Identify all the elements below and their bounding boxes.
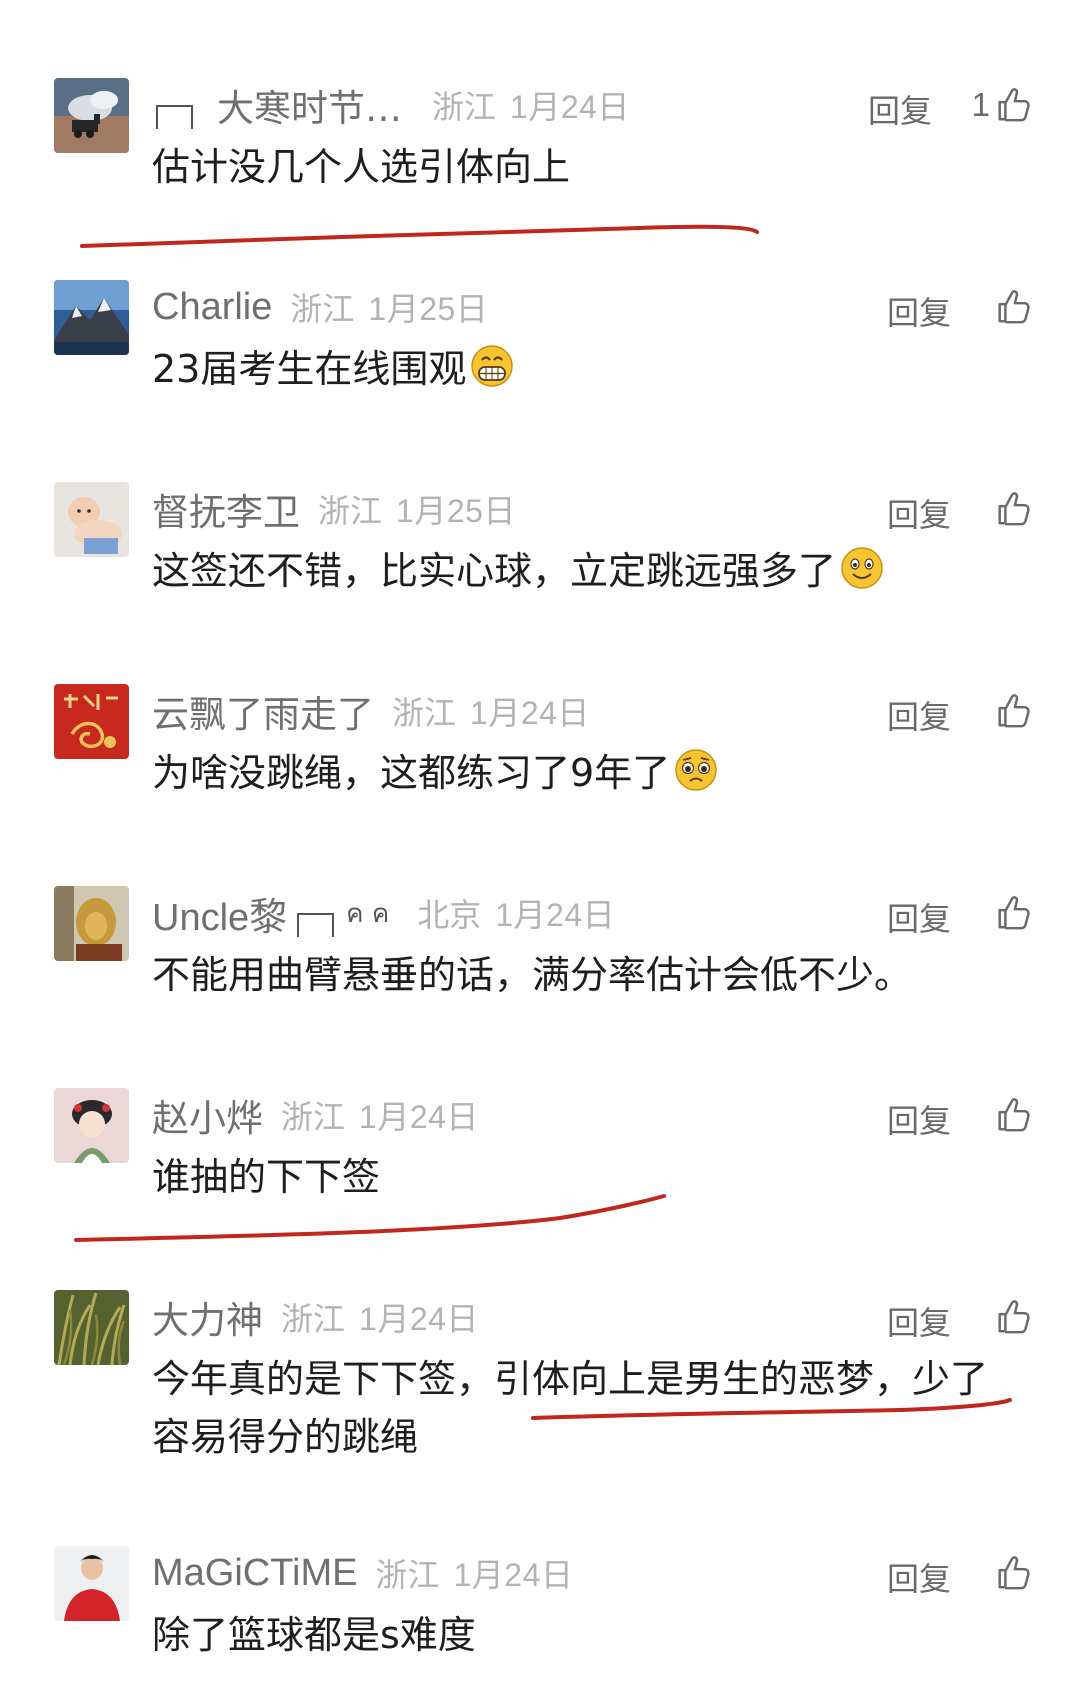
comment-text-content: 23届考生在线围观 — [152, 347, 467, 391]
username[interactable]: 云飘了雨走了 — [152, 684, 374, 738]
date: 1月25日 — [368, 291, 489, 327]
username[interactable]: Uncle黎 — [152, 886, 287, 941]
reply-button[interactable]: 回复 — [887, 1298, 951, 1344]
comment-meta: Charlie 浙江 1月25日 — [152, 282, 488, 332]
badge-icon — [156, 105, 193, 129]
thumbs-up-icon — [994, 1554, 1032, 1592]
location: 浙江 — [375, 1556, 440, 1594]
comment-meta: 大寒时节… 浙江 1月24日 — [152, 80, 630, 130]
like-button[interactable] — [986, 892, 1032, 934]
reply-button[interactable]: 回复 — [887, 288, 951, 334]
like-button[interactable]: 1 — [958, 84, 1032, 126]
comment-meta: Uncle黎 ค ค 北京 1月24日 — [152, 886, 616, 941]
comment-text: 为啥没跳绳，这都练习了9年了 — [152, 744, 1032, 802]
thumbs-up-icon — [994, 288, 1032, 326]
like-count: 1 — [971, 86, 990, 123]
pleading-face-icon — [675, 749, 717, 791]
comment-text: 除了篮球都是s难度 — [152, 1613, 476, 1657]
avatar[interactable] — [54, 1088, 129, 1163]
date: 1月24日 — [495, 897, 616, 933]
avatar[interactable] — [54, 280, 129, 355]
location: 浙江 — [281, 1098, 346, 1136]
thumbs-up-icon — [994, 692, 1032, 730]
thumbs-up-icon — [994, 1096, 1032, 1134]
avatar[interactable] — [54, 482, 129, 557]
username[interactable]: Charlie — [152, 286, 272, 329]
mountain-icon — [54, 280, 129, 355]
like-button[interactable] — [986, 1094, 1032, 1136]
location: 浙江 — [281, 1300, 346, 1338]
date: 1月24日 — [510, 89, 630, 125]
reply-button[interactable]: 回复 — [887, 1554, 951, 1600]
comment-meta: 赵小烨 浙江 1月24日 — [152, 1090, 479, 1140]
date: 1月25日 — [396, 493, 516, 529]
avatar[interactable] — [54, 684, 129, 759]
username[interactable]: 督抚李卫 — [152, 482, 300, 536]
smiling-face-icon — [841, 547, 883, 589]
username[interactable]: 大寒时节… — [217, 78, 402, 132]
username[interactable]: 赵小烨 — [152, 1088, 263, 1142]
comment-text: 不能用曲臂悬垂的话，满分率估计会低不少。 — [152, 953, 913, 997]
badge-icon — [297, 913, 335, 937]
date: 1月24日 — [359, 1301, 479, 1337]
like-button[interactable] — [986, 286, 1032, 328]
location: 浙江 — [290, 290, 355, 328]
comment-meta: 大力神 浙江 1月24日 — [152, 1292, 479, 1342]
like-button[interactable] — [986, 1552, 1032, 1594]
comment-text: 估计没几个人选引体向上 — [152, 145, 571, 189]
location: 浙江 — [318, 492, 383, 530]
comment-text: 谁抽的下下签 — [152, 1155, 381, 1199]
comment-text-content: 为啥没跳绳，这都练习了9年了 — [152, 751, 671, 795]
baby-icon — [54, 482, 129, 557]
reply-button[interactable]: 回复 — [887, 894, 951, 940]
comment-text: 23届考生在线围观 — [152, 340, 1032, 398]
thumbs-up-icon — [994, 894, 1032, 932]
date: 1月24日 — [453, 1557, 574, 1593]
red-underline — [80, 224, 759, 248]
reply-button[interactable]: 回复 — [868, 86, 932, 132]
red-calligraphy-icon — [54, 684, 129, 759]
like-button[interactable] — [986, 1296, 1032, 1338]
avatar[interactable] — [54, 78, 129, 153]
reply-button[interactable]: 回复 — [887, 490, 951, 536]
avatar[interactable] — [54, 1290, 129, 1365]
comment-text: 这签还不错，比实心球，立定跳远强多了 — [152, 542, 1032, 600]
badge-glyphs: ค ค — [346, 898, 390, 929]
steam-train-icon — [54, 78, 129, 153]
reply-button[interactable]: 回复 — [887, 692, 951, 738]
like-button[interactable] — [986, 488, 1032, 530]
lion-icon — [54, 886, 129, 961]
comment-meta: MaGiCTiME 浙江 1月24日 — [152, 1548, 573, 1598]
avatar[interactable] — [54, 886, 129, 961]
thumbs-up-icon — [994, 1298, 1032, 1336]
date: 1月24日 — [470, 695, 590, 731]
comment-text-content: 这签还不错，比实心球，立定跳远强多了 — [152, 549, 837, 593]
cartoon-girl-icon — [54, 1088, 129, 1163]
location: 浙江 — [432, 88, 497, 126]
comment-meta: 督抚李卫 浙江 1月25日 — [152, 484, 516, 534]
grinning-face-icon — [471, 345, 514, 387]
location: 浙江 — [392, 694, 457, 732]
thumbs-up-icon — [994, 86, 1032, 124]
reply-button[interactable]: 回复 — [887, 1096, 951, 1142]
like-button[interactable] — [986, 690, 1032, 732]
man-red-shirt-icon — [54, 1546, 129, 1621]
username[interactable]: 大力神 — [152, 1290, 263, 1344]
grass-icon — [54, 1290, 129, 1365]
comment-meta: 云飘了雨走了 浙江 1月24日 — [152, 686, 590, 736]
avatar[interactable] — [54, 1546, 129, 1621]
location: 北京 — [417, 896, 482, 934]
comment-text: 今年真的是下下签，引体向上是男生的恶梦，少了容易得分的跳绳 — [152, 1357, 989, 1459]
thumbs-up-icon — [994, 490, 1032, 528]
username[interactable]: MaGiCTiME — [152, 1552, 357, 1595]
date: 1月24日 — [359, 1099, 479, 1135]
